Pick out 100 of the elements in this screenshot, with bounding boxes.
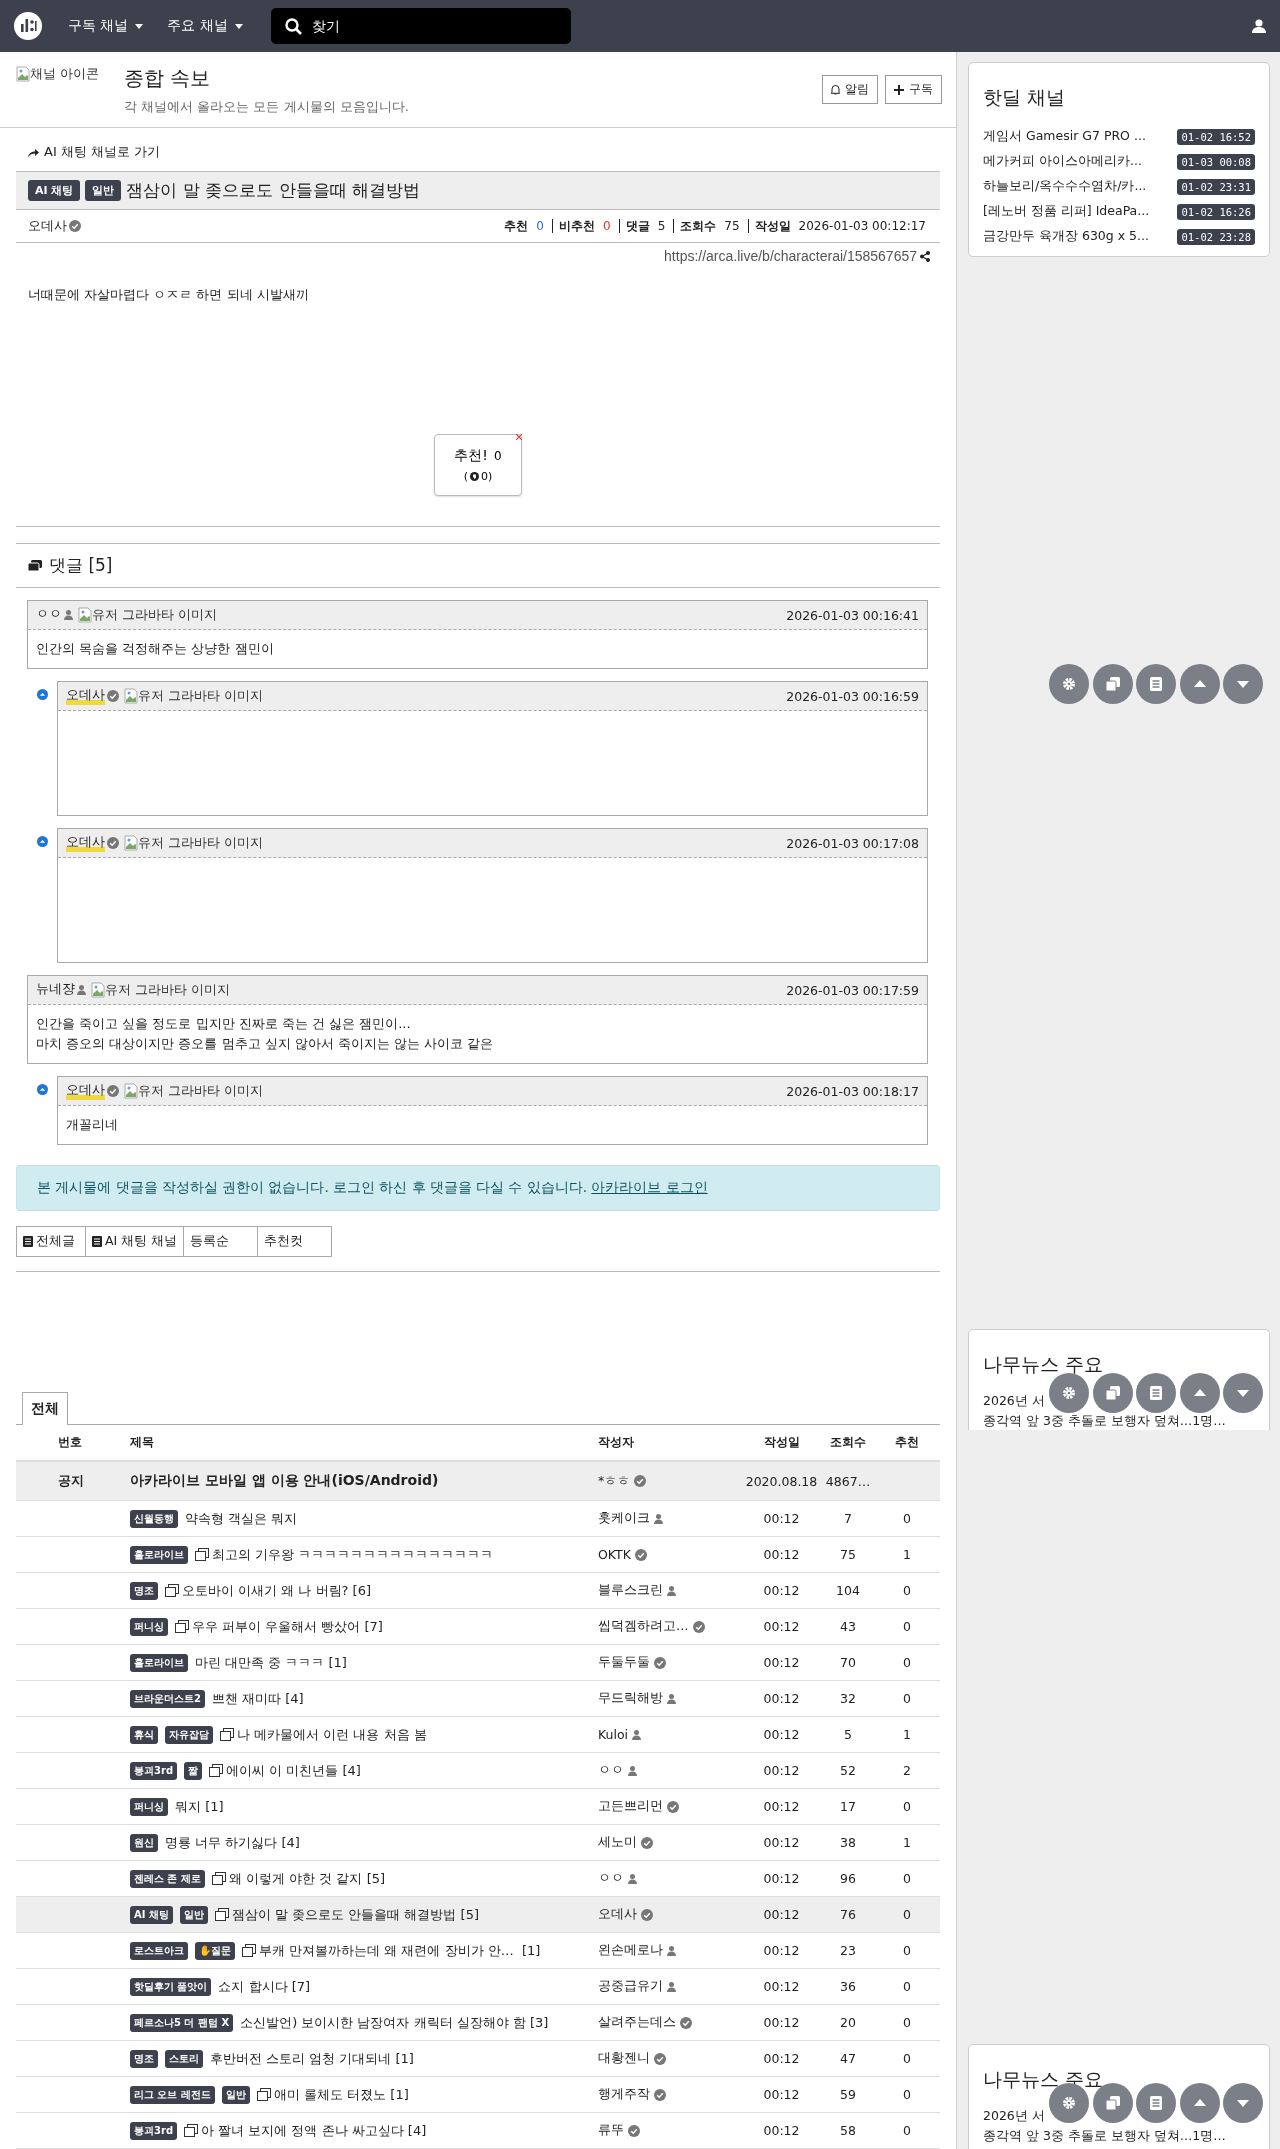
post-title-link[interactable]: 소신발언) 보이시한 남장여자 캐릭터 실장해야 함 [3] xyxy=(240,2013,549,2032)
broken-image-icon xyxy=(124,688,138,704)
post-title-link[interactable]: 뭐지 [1] xyxy=(175,1797,224,1816)
post-date: 00:12 xyxy=(763,2051,800,2066)
author-name: 행게주작 xyxy=(598,2086,650,2103)
filter-tab[interactable]: 등록순 xyxy=(183,1226,259,1257)
post-title-link[interactable]: 후반버전 스토리 엄청 기대되네 [1] xyxy=(210,2049,414,2068)
vote-count: 0 xyxy=(903,1943,911,1958)
close-icon[interactable] xyxy=(516,434,522,440)
post-number: 공지 xyxy=(58,1472,84,1490)
post-title-link[interactable]: 잼삼이 말 좆으로도 안들을때 해결방법 [5] xyxy=(231,1905,480,1924)
news-link[interactable]: 종각역 앞 3중 추돌로 보행자 덮쳐…1명… xyxy=(983,1411,1226,1430)
category-badge: AI 채팅 xyxy=(130,1905,173,1924)
post-date: 00:12 xyxy=(763,1511,800,1526)
post-date: 00:12 xyxy=(763,2015,800,2030)
view-count: 59 xyxy=(840,2087,856,2102)
caret-down-icon xyxy=(234,23,243,29)
post-title-link[interactable]: 아 짤녀 보지에 정액 존나 싸고싶다 [4] xyxy=(201,2121,427,2140)
board-tab[interactable]: 전체 xyxy=(22,1392,68,1425)
post-title-link[interactable]: 최고의 기우왕 ㅋㅋㅋㅋㅋㅋㅋㅋㅋㅋㅋㅋㅋㅋㅋ xyxy=(212,1545,494,1564)
post-title-link[interactable]: 명룡 너무 하기싫다 [4] xyxy=(165,1833,300,1852)
deal-link[interactable]: 메가커피 아이스아메리카... xyxy=(983,153,1142,170)
author-name: 무드릭해방 xyxy=(598,1690,663,1707)
channel-description: 각 채널에서 올라오는 모든 게시물의 모음입니다. xyxy=(124,98,410,116)
selected-row[interactable]: AI 채팅 일반 잼삼이 말 좆으로도 안들을때 해결방법 [5] 오데사 00:12 76 0 xyxy=(16,1897,940,1933)
filter-tab[interactable]: AI 채팅 채널 xyxy=(85,1226,185,1257)
notice-row[interactable]: 공지 아카라이브 모바일 앱 이용 안내(iOS/Android) *ㅎㅎ 2020.08.18 4867… xyxy=(16,1462,940,1501)
post-date: 00:12 xyxy=(763,1799,800,1814)
floating-button[interactable] xyxy=(1179,664,1220,704)
deal-time: 01-03 00:08 xyxy=(1177,153,1255,170)
channel-title: 종합 속보 xyxy=(124,65,212,92)
login-link[interactable]: 아카라이브 로그인 xyxy=(591,1179,708,1195)
post-date: 00:12 xyxy=(763,1871,800,1886)
post-date: 00:12 xyxy=(763,1547,800,1562)
post-title-link[interactable]: 부캐 만져볼까하는데 왜 재련에 장비가 안… [1] xyxy=(259,1941,541,1960)
search-field[interactable]: 찾기 xyxy=(270,8,571,44)
view-count: 17 xyxy=(840,1799,856,1814)
view-count: 36 xyxy=(840,1979,856,1994)
comment-text: 인간을 죽이고 싶을 정도로 밉지만 진짜로 죽는 건 싫은 잼민이... xyxy=(36,1015,412,1033)
list-icon xyxy=(23,1236,33,1247)
post-title-link[interactable]: 애미 롤체도 터졌노 [1] xyxy=(273,2085,409,2104)
settings-icon xyxy=(1061,2095,1077,2111)
list-icon xyxy=(1148,1385,1164,1401)
post-date: 00:12 xyxy=(763,1979,800,1994)
view-count: 96 xyxy=(840,1871,856,1886)
post-url[interactable]: https://arca.live/b/characterai/158567657 xyxy=(664,248,917,264)
deal-link[interactable]: 하늘보리/옥수수수염차/카... xyxy=(983,178,1147,195)
vote-count: 1 xyxy=(903,1835,911,1850)
post-title-link[interactable]: 쁘챈 재미따 [4] xyxy=(211,1689,304,1708)
category-badge: 젠레스 존 제로 xyxy=(130,1869,205,1888)
deal-link[interactable]: 게임서 Gamesir G7 PRO ... xyxy=(983,128,1146,145)
post-title-link[interactable]: 아카라이브 모바일 앱 이용 안내(iOS/Android) xyxy=(130,1472,439,1490)
post-date: 00:12 xyxy=(763,1727,800,1742)
post-title-link[interactable]: 약속형 객실은 뭐지 xyxy=(185,1509,298,1528)
news-link[interactable]: 2026년 서 xyxy=(983,1391,1045,1411)
nav-menu[interactable]: 주요 채널 xyxy=(161,17,249,35)
category-badge: 페르소나5 더 팬텀 X xyxy=(130,2013,234,2032)
notification-button[interactable]: 알림 xyxy=(822,75,878,104)
share-icon[interactable] xyxy=(920,250,930,262)
post-title-link[interactable]: 마린 대만족 중 ㅋㅋㅋ [1] xyxy=(195,1653,347,1672)
deal-time: 01-02 23:31 xyxy=(1177,178,1255,195)
logo-icon[interactable] xyxy=(14,12,42,40)
category-badge: 리그 오브 레전드 xyxy=(130,2085,215,2104)
category-badge: 퍼니싱 xyxy=(130,1617,168,1636)
author-name: 고든쁘리먼 xyxy=(598,1798,663,1815)
subscribe-button[interactable]: 구독 xyxy=(885,75,942,104)
recommend-button[interactable]: 추천! 0 ( 0) xyxy=(434,434,522,496)
post-title-link[interactable]: 나 메카물에서 이런 내용 처음 봄 xyxy=(237,1725,427,1744)
author-name: 블루스크린 xyxy=(598,1582,663,1599)
deal-link[interactable]: 금강만두 육개장 630g x 5... xyxy=(983,228,1149,245)
post-title-link[interactable]: 에이씨 이 미친년들 [4] xyxy=(226,1761,361,1780)
post-title-link[interactable]: 우우 퍼부이 우울해서 빵샀어 [7] xyxy=(192,1617,383,1636)
post-date: 00:12 xyxy=(763,1619,800,1634)
news-link[interactable]: 종각역 앞 3중 추돌로 보행자 덮쳐…1명… xyxy=(983,2126,1226,2146)
user-icon[interactable] xyxy=(1252,19,1266,33)
vote-count: 0 xyxy=(903,1691,911,1706)
author-name: ㅇㅇ xyxy=(598,1870,624,1887)
vote-count: 0 xyxy=(903,1871,911,1886)
post-title-link[interactable]: 왜 이렇게 야한 것 같지 [5] xyxy=(228,1869,386,1888)
filter-tab[interactable]: 전체글 xyxy=(16,1226,86,1257)
filter-tab[interactable]: 추천컷 xyxy=(257,1226,333,1257)
bell-icon xyxy=(831,84,840,95)
news-link[interactable]: 2026년 서 xyxy=(983,2106,1045,2126)
post-date: 00:12 xyxy=(763,1763,800,1778)
nav-menu[interactable]: 구독 채널 xyxy=(62,17,150,35)
floating-button[interactable] xyxy=(1049,664,1089,704)
floating-button[interactable] xyxy=(1136,664,1176,704)
post-title-link[interactable]: 쇼지 합시다 [7] xyxy=(218,1977,311,1996)
floating-button[interactable] xyxy=(1092,664,1133,704)
post-title-link[interactable]: 오토바이 이새기 왜 나 버림? [6] xyxy=(182,1581,371,1600)
floating-button[interactable] xyxy=(1223,664,1263,704)
post-date: 00:12 xyxy=(763,1691,800,1706)
copy-icon xyxy=(1104,676,1121,692)
view-count: 23 xyxy=(840,1943,856,1958)
vote-count: 0 xyxy=(903,2087,911,2102)
comment-text: 개꼴리네 xyxy=(66,1116,119,1134)
back-link[interactable]: AI 채팅 채널로 가기 xyxy=(16,140,940,164)
deal-link[interactable]: [레노버 정품 리퍼] IdeaPa... xyxy=(983,203,1150,220)
view-count: 47 xyxy=(840,2051,856,2066)
view-count: 70 xyxy=(840,1655,856,1670)
